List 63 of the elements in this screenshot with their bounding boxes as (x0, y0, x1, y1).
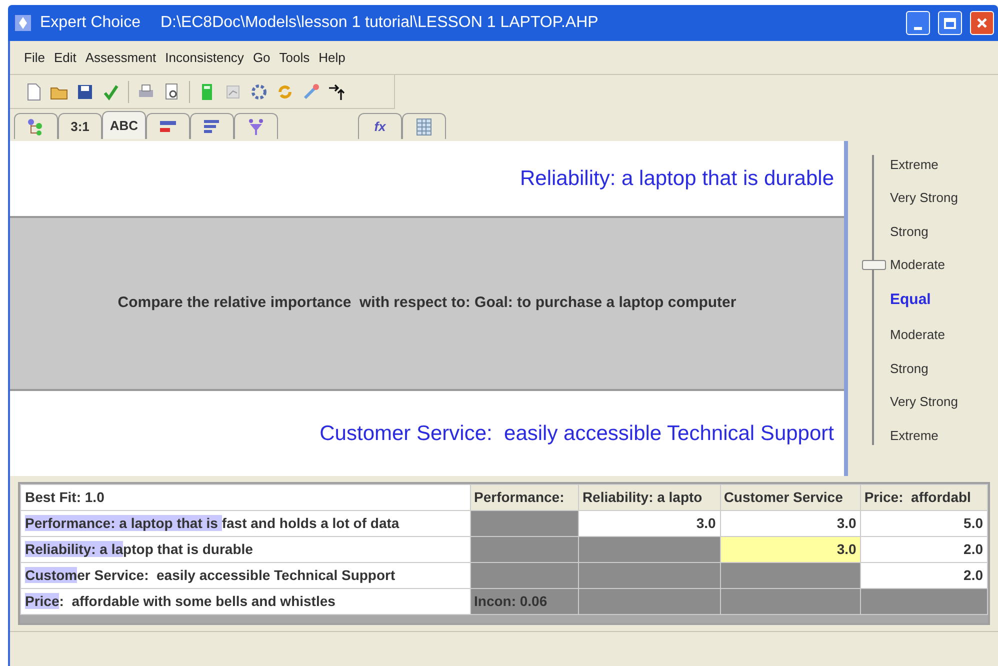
row-label[interactable]: Reliability: a laptop that is durable (20, 536, 470, 562)
check-icon[interactable] (102, 82, 120, 100)
scale-label: Extreme (890, 156, 940, 174)
scale-label: Equal (890, 290, 932, 310)
menu-item[interactable]: Assessment (85, 48, 156, 68)
tab[interactable]: fx (358, 113, 402, 139)
element-label: Customer Service: easily accessible Technical Support (320, 420, 834, 447)
scale-label: Extreme (890, 426, 940, 444)
refresh-icon[interactable] (276, 82, 294, 100)
bar-chart-icon (203, 118, 221, 136)
tab[interactable]: 3:1 (58, 113, 102, 139)
column-header[interactable]: Customer Service (720, 484, 861, 510)
close-button[interactable] (970, 11, 994, 35)
menu-item[interactable]: Tools (279, 48, 310, 68)
chart-icon[interactable] (224, 82, 242, 100)
window-title: Expert Choice (40, 13, 140, 33)
maximize-button[interactable] (938, 11, 962, 35)
scale-label: Very Strong (890, 189, 958, 208)
scale-label: Very Strong (890, 393, 958, 412)
scale-label: Strong (890, 360, 930, 378)
save-icon[interactable] (76, 82, 94, 100)
row-label[interactable]: Price: affordable with some bells and whistles (20, 588, 470, 614)
menu-item[interactable]: Go (252, 48, 270, 68)
tab[interactable]: ABC (102, 111, 146, 139)
menu-item[interactable]: Inconsistency (165, 48, 244, 68)
row-label[interactable]: Performance: a laptop that is fast and holds a lot of data (20, 510, 470, 536)
close-icon (976, 17, 988, 29)
menu-item[interactable]: File (24, 48, 45, 68)
column-header[interactable]: Reliability: a lapto (578, 484, 720, 510)
menu-item[interactable]: Edit (54, 48, 76, 68)
row-label[interactable]: Customer Service: easily accessible Technical Support (20, 562, 470, 588)
app-icon (14, 14, 32, 32)
funnel-icon (247, 118, 265, 136)
comparison-prompt: Compare the relative importance with respect to: Goal: to purchase a laptop computer (118, 293, 736, 314)
scale-label: Moderate (890, 326, 946, 344)
column-header[interactable]: Performance: (470, 484, 579, 510)
table-cell[interactable]: 2.0 (860, 562, 988, 588)
column-header[interactable]: Price: affordabl (860, 484, 988, 510)
arrows-icon[interactable] (328, 82, 346, 100)
table-icon (415, 118, 433, 136)
table-cell[interactable]: 3.0 (720, 510, 861, 536)
table-cell[interactable]: 2.0 (860, 536, 988, 562)
menu-item[interactable]: Help (318, 48, 346, 68)
gear-icon[interactable] (250, 82, 268, 100)
tab[interactable] (234, 113, 278, 139)
tab[interactable] (146, 113, 190, 139)
tab[interactable] (190, 113, 234, 139)
best-fit-label: Best Fit: 1.0 (20, 484, 470, 510)
table-cell[interactable]: 3.0 (720, 536, 861, 562)
hierarchy-icon (27, 118, 45, 136)
table-cell[interactable]: 5.0 (860, 510, 988, 536)
slider-thumb[interactable] (862, 260, 886, 270)
scale-label: Moderate (890, 256, 946, 274)
inconsistency-ratio: Incon: 0.06 (470, 588, 579, 614)
tab[interactable] (402, 113, 446, 139)
wand-icon[interactable] (302, 82, 320, 100)
minimize-button[interactable] (906, 11, 930, 35)
element-label: Reliability: a laptop that is durable (520, 166, 834, 192)
table-cell[interactable]: 3.0 (578, 510, 720, 536)
scale-label: Strong (890, 222, 930, 241)
file-path: D:\EC8Doc\Models\lesson 1 tutorial\LESSON 1 LAPTOP.AHP (160, 13, 598, 33)
slider-track[interactable] (862, 155, 884, 445)
tab[interactable] (14, 113, 58, 139)
